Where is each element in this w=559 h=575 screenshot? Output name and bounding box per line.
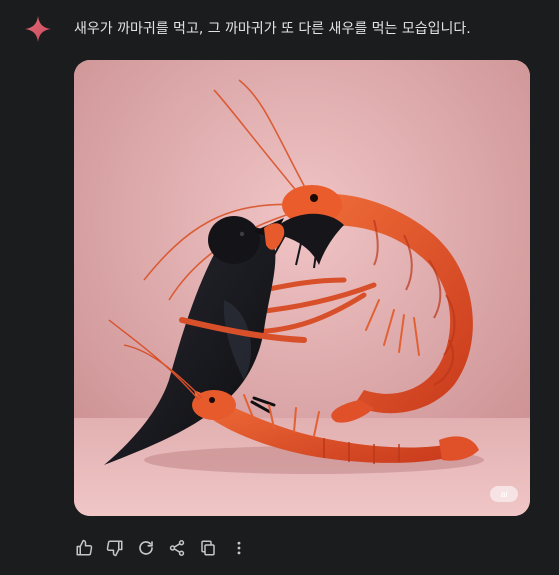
ai-generated-badge: ai <box>490 486 518 502</box>
share-icon <box>169 540 185 556</box>
regenerate-icon <box>139 541 153 555</box>
more-options-button[interactable] <box>225 534 253 562</box>
regenerate-button[interactable] <box>132 534 160 562</box>
chat-response: 새우가 까마귀를 먹고, 그 까마귀가 또 다른 새우를 먹는 모습입니다. a… <box>0 0 559 575</box>
copy-button[interactable] <box>194 534 222 562</box>
thumbs-down-icon <box>106 540 123 557</box>
generated-image[interactable]: ai <box>74 60 530 516</box>
thumbs-up-button[interactable] <box>70 534 98 562</box>
copy-icon <box>201 540 215 556</box>
gemini-sparkle-icon <box>22 13 54 45</box>
more-vertical-icon <box>237 541 241 555</box>
response-message: 새우가 까마귀를 먹고, 그 까마귀가 또 다른 새우를 먹는 모습입니다. <box>74 21 471 37</box>
thumbs-up-icon <box>76 539 93 556</box>
response-actions <box>70 534 256 562</box>
share-button[interactable] <box>163 534 191 562</box>
shrimp-crow-illustration <box>74 60 530 516</box>
thumbs-down-button[interactable] <box>101 534 129 562</box>
